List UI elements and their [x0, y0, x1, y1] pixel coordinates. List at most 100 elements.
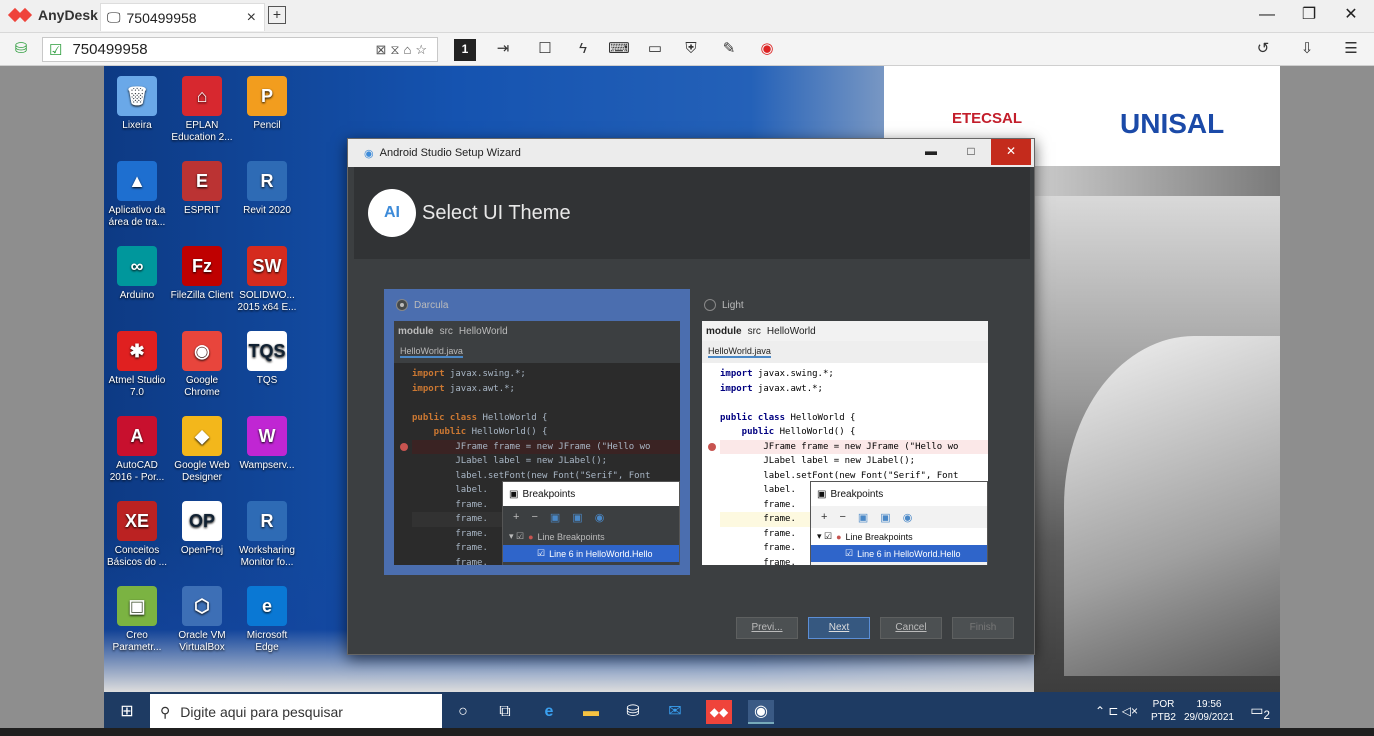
address-field[interactable]: ☑ 750499958 ⊠⧖⌂☆	[42, 37, 438, 62]
darcula-theme-card[interactable]: Darcula module src HelloWorld HelloWorld.ja…	[384, 289, 690, 575]
keyboard-icon[interactable]: ⌨	[608, 39, 630, 61]
desktop-icon[interactable]: R Worksharing Monitor fo...	[234, 497, 300, 579]
taskbar-search-box[interactable]: ⚲ Digite aqui para pesquisar	[150, 694, 442, 730]
desktop-icon[interactable]: 🗑 Lixeira	[104, 72, 170, 154]
mail-icon[interactable]: ✉	[662, 700, 688, 724]
desktop-icon[interactable]: ◆ Google Web Designer	[169, 412, 235, 494]
popup-tool-icon[interactable]: ▣	[880, 511, 890, 524]
tree-row[interactable]: ▾ ☑ ● Line Breakpoints	[503, 528, 679, 545]
previous-button[interactable]: Previ...	[736, 617, 798, 639]
wizard-close-button[interactable]: ✕	[991, 139, 1031, 165]
desktop-icon-label: ESPRIT	[183, 205, 221, 216]
minimize-button[interactable]: —	[1252, 5, 1282, 27]
desktop-icon[interactable]: Fz FileZilla Client	[169, 242, 235, 324]
tree-row-selected[interactable]: ☑ Line 6 in HelloWorld.Hello	[503, 545, 679, 562]
darcula-radio[interactable]	[396, 299, 408, 311]
desktop-icon[interactable]: XE Conceitos Básicos do ...	[104, 497, 170, 579]
app-icon: P	[247, 76, 287, 116]
code-text: frame.	[412, 528, 488, 539]
code-text: JFrame frame = new JFrame ("Hello wo	[412, 441, 651, 452]
popup-tool-icon[interactable]: ▣	[572, 511, 582, 524]
new-tab-button[interactable]: +	[268, 6, 286, 24]
popup-tool-icon[interactable]: ◉	[595, 511, 605, 524]
desktop-icon[interactable]: SW SOLIDWO... 2015 x64 E...	[234, 242, 300, 324]
popup-tool-icon[interactable]: −	[839, 511, 845, 523]
tray-icons[interactable]: ⌃ ⊏ ◁×	[1095, 704, 1138, 718]
store-icon[interactable]: ⛁	[620, 700, 646, 724]
wizard-maximize-button[interactable]: □	[951, 139, 991, 165]
code-text: HelloWorld {	[785, 412, 856, 423]
desktop-icon[interactable]: ✱ Atmel Studio 7.0	[104, 327, 170, 409]
popup-tool-icon[interactable]: ▣	[550, 511, 560, 524]
display-1-icon[interactable]: 1	[454, 39, 476, 61]
file-explorer-icon[interactable]: ▬	[578, 700, 604, 724]
desktop-icon[interactable]: ◉ Google Chrome	[169, 327, 235, 409]
desktop-icon[interactable]: e Microsoft Edge	[234, 582, 300, 664]
desktop-icon[interactable]: ▲ Aplicativo da área de tra...	[104, 157, 170, 239]
tab-close-button[interactable]: ×	[247, 9, 256, 27]
unisal-logo: UNISAL	[1120, 108, 1225, 139]
desktop-icon[interactable]: ⌂ EPLAN Education 2...	[169, 72, 235, 154]
android-studio-taskbar-icon[interactable]: ◉	[748, 700, 774, 724]
next-button[interactable]: Next	[808, 617, 870, 639]
desktop-icon[interactable]: W Wampserv...	[234, 412, 300, 494]
desktop-icon[interactable]: R Revit 2020	[234, 157, 300, 239]
desktop-icon[interactable]: TQS TQS	[234, 327, 300, 409]
anydesk-taskbar-icon[interactable]: ◆◆	[706, 700, 732, 724]
session-tab[interactable]: 🖵 750499958 ×	[100, 3, 265, 31]
code-line: public class HelloWorld {	[720, 411, 988, 426]
tree-row-selected[interactable]: ☑ Line 6 in HelloWorld.Hello	[811, 545, 987, 562]
popup-tool-icon[interactable]: ▣	[858, 511, 868, 524]
desktop-icon[interactable]: P Pencil	[234, 72, 300, 154]
record-icon[interactable]: ◉	[756, 39, 778, 61]
chat-icon[interactable]: ☐	[534, 39, 556, 61]
maximize-button[interactable]: ❐	[1294, 5, 1324, 27]
close-button[interactable]: ✕	[1336, 5, 1366, 27]
code-keyword: public	[720, 427, 775, 437]
language-indicator[interactable]: POR PTB2	[1151, 698, 1176, 724]
history-icon[interactable]: ↺	[1252, 39, 1274, 61]
desktop-icon[interactable]: E ESPRIT	[169, 157, 235, 239]
wizard-heading: Select UI Theme	[422, 201, 571, 224]
menu-icon[interactable]: ☰	[1340, 39, 1362, 61]
cancel-button[interactable]: Cancel	[880, 617, 942, 639]
desktop-icon[interactable]: OP OpenProj	[169, 497, 235, 579]
desktop-icon[interactable]: A AutoCAD 2016 - Por...	[104, 412, 170, 494]
desktop-icon[interactable]: ▣ Creo Parametr...	[104, 582, 170, 664]
file-tab: HelloWorld.java	[394, 341, 680, 363]
cortana-icon[interactable]: ○	[450, 700, 476, 724]
switch-sides-icon[interactable]: ⇥	[492, 39, 514, 61]
notification-icon[interactable]: ▭2	[1250, 702, 1270, 722]
app-icon: ▣	[117, 586, 157, 626]
light-radio[interactable]	[704, 299, 716, 311]
breakpoint-dot-icon: ●	[528, 531, 534, 542]
clock[interactable]: 19:56 29/09/2021	[1184, 698, 1234, 724]
intellij-icon: ▣	[509, 488, 519, 500]
permissions-icon[interactable]: ⛨	[680, 39, 702, 61]
viewport-right-margin	[1280, 66, 1374, 736]
desktop-icon[interactable]: ⬡ Oracle VM VirtualBox	[169, 582, 235, 664]
breakpoints-popup: ▣ Breakpoints + − ▣ ▣ ◉ ▾ ☑ ● Line Breakpoints ☑ Li…	[810, 481, 988, 565]
task-view-icon[interactable]: ⧉	[492, 700, 518, 724]
tree-row[interactable]: ▾ ☑ ● Line Breakpoints	[811, 528, 987, 545]
actions-icon[interactable]: ϟ	[572, 39, 594, 61]
popup-title: Breakpoints	[522, 488, 576, 500]
wizard-minimize-button[interactable]: ▬	[911, 139, 951, 165]
popup-tool-icon[interactable]: +	[821, 511, 827, 523]
remote-desktop[interactable]: ETECSAL UNISAL 🗑 Lixeira ⌂ EPLAN Education …	[104, 66, 1280, 692]
popup-tool-icon[interactable]: +	[513, 511, 519, 523]
code-line: JLabel label = new JLabel();	[720, 454, 988, 469]
darcula-option[interactable]: Darcula	[396, 299, 448, 311]
address-actions[interactable]: ⊠⧖⌂☆	[375, 42, 431, 58]
display-icon[interactable]: ▭	[644, 39, 666, 61]
start-windows-icon[interactable]: ⊞	[114, 700, 140, 724]
code-text: frame.	[412, 557, 488, 566]
edge-taskbar-icon[interactable]: e	[536, 700, 562, 724]
popup-tool-icon[interactable]: −	[531, 511, 537, 523]
popup-tool-icon[interactable]: ◉	[903, 511, 913, 524]
download-icon[interactable]: ⇩	[1296, 39, 1318, 61]
light-option[interactable]: Light	[704, 299, 744, 311]
desktop-icon[interactable]: ∞ Arduino	[104, 242, 170, 324]
whiteboard-icon[interactable]: ✎	[718, 39, 740, 61]
